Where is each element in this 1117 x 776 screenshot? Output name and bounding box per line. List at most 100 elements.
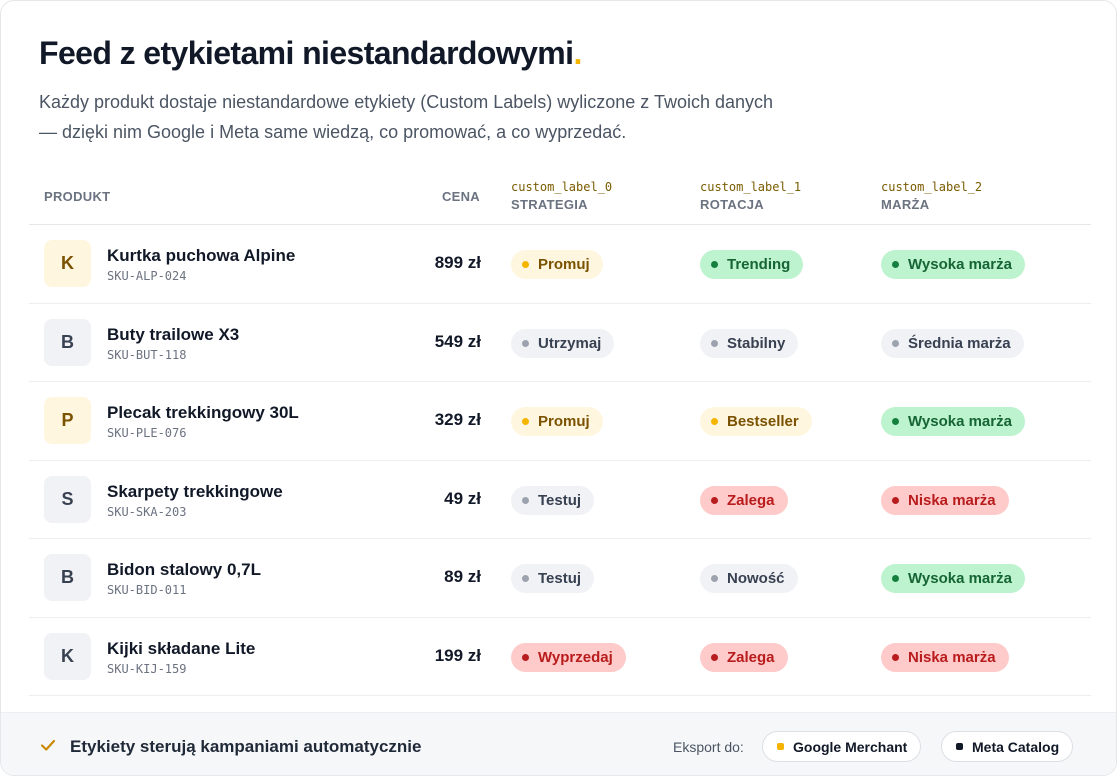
check-icon bbox=[40, 739, 56, 751]
status-dot-icon bbox=[711, 496, 718, 504]
feed-card: Feed z etykietami niestandardowymi. Każd… bbox=[0, 0, 1117, 776]
table-row[interactable]: B Bidon stalowy 0,7L SKU-BID-011 89 zł T… bbox=[29, 539, 1091, 618]
label1-text: Nowość bbox=[727, 570, 785, 587]
label1-text: Stabilny bbox=[727, 334, 786, 352]
product-name: Bidon stalowy 0,7L bbox=[107, 560, 261, 579]
label2-text: Wysoka marża bbox=[908, 570, 1012, 587]
label2-badge: Wysoka marża bbox=[881, 564, 1025, 593]
label1-text: Zalega bbox=[727, 648, 775, 666]
column-header-product[interactable]: PRODUKT bbox=[44, 189, 110, 204]
product-avatar: B bbox=[44, 318, 91, 366]
column-name-label1: ROTACJA bbox=[700, 197, 764, 212]
label1-badge: Bestseller bbox=[700, 407, 812, 436]
column-header-label2[interactable]: custom_label_2 MARŻA bbox=[881, 180, 982, 212]
export-google-merchant-button[interactable]: Google Merchant bbox=[762, 731, 922, 762]
label0-text: Promuj bbox=[538, 413, 590, 430]
status-dot-icon bbox=[711, 339, 718, 347]
label0-badge: Promuj bbox=[511, 407, 603, 436]
product-name: Plecak trekkingowy 30L bbox=[107, 403, 299, 422]
status-dot-icon bbox=[892, 575, 899, 582]
table-row[interactable]: K Kijki składane Lite SKU-KIJ-159 199 zł… bbox=[29, 618, 1091, 696]
label0-badge: Testuj bbox=[511, 564, 595, 593]
label2-badge: Niska marża bbox=[881, 485, 1009, 515]
status-dot-icon bbox=[522, 653, 529, 661]
product-name: Kijki składane Lite bbox=[107, 638, 256, 658]
status-dot-icon bbox=[522, 339, 529, 347]
page-title: Feed z etykietami niestandardowymi. bbox=[39, 35, 582, 72]
label1-badge: Nowość bbox=[700, 564, 798, 593]
label2-badge: Średnia marża bbox=[881, 328, 1024, 358]
title-accent-dot: . bbox=[573, 35, 582, 71]
column-name-label2: MARŻA bbox=[881, 197, 930, 212]
label2-text: Wysoka marża bbox=[908, 413, 1012, 430]
product-sku: SKU-SKA-203 bbox=[107, 504, 187, 519]
status-dot-icon bbox=[892, 496, 899, 504]
product-sku: SKU-ALP-024 bbox=[107, 269, 187, 283]
status-dot-icon bbox=[522, 418, 529, 425]
label1-text: Zalega bbox=[727, 491, 775, 509]
table-row[interactable]: B Buty trailowe X3 SKU-BUT-118 549 zł Ut… bbox=[29, 304, 1091, 382]
table-row[interactable]: P Plecak trekkingowy 30L SKU-PLE-076 329… bbox=[29, 382, 1091, 461]
product-price: 49 zł bbox=[444, 488, 481, 508]
status-dot-icon bbox=[892, 653, 899, 661]
label2-text: Niska marża bbox=[908, 491, 996, 509]
label0-text: Promuj bbox=[538, 256, 590, 273]
label1-badge: Trending bbox=[700, 250, 804, 279]
product-price: 329 zł bbox=[434, 410, 481, 429]
column-header-label1[interactable]: custom_label_1 ROTACJA bbox=[700, 180, 801, 212]
meta-catalog-icon bbox=[956, 743, 963, 750]
label1-text: Bestseller bbox=[727, 413, 799, 430]
label0-badge: Promuj bbox=[511, 250, 603, 279]
product-sku: SKU-KIJ-159 bbox=[107, 661, 187, 676]
column-code-label0: custom_label_0 bbox=[511, 180, 613, 194]
product-price: 899 zł bbox=[434, 253, 481, 272]
table-row[interactable]: S Skarpety trekkingowe SKU-SKA-203 49 zł… bbox=[29, 461, 1091, 539]
subtitle-line-2: — dzięki nim Google i Meta same wiedzą, … bbox=[39, 122, 627, 142]
status-dot-icon bbox=[711, 418, 718, 425]
status-dot-icon bbox=[892, 261, 899, 268]
product-avatar: S bbox=[44, 475, 91, 523]
label0-text: Utrzymaj bbox=[538, 334, 602, 352]
table-header: PRODUKT CENA custom_label_0 STRATEGIA cu… bbox=[29, 169, 1091, 225]
product-sku: SKU-PLE-076 bbox=[107, 426, 187, 440]
product-sku: SKU-BID-011 bbox=[107, 583, 187, 597]
product-table-body: K Kurtka puchowa Alpine SKU-ALP-024 899 … bbox=[29, 225, 1091, 696]
export-meta-label: Meta Catalog bbox=[972, 738, 1060, 755]
product-avatar: P bbox=[44, 397, 91, 444]
product-name: Skarpety trekkingowe bbox=[107, 481, 283, 501]
label1-badge: Zalega bbox=[700, 485, 788, 515]
label2-badge: Wysoka marża bbox=[881, 407, 1025, 436]
label1-badge: Stabilny bbox=[700, 328, 799, 358]
product-price: 199 zł bbox=[434, 645, 481, 665]
label0-text: Wyprzedaj bbox=[538, 648, 613, 666]
product-name: Buty trailowe X3 bbox=[107, 324, 240, 344]
label0-text: Testuj bbox=[538, 491, 582, 509]
column-header-price[interactable]: CENA bbox=[415, 189, 480, 204]
label1-badge: Zalega bbox=[700, 642, 788, 672]
label2-text: Średnia marża bbox=[908, 334, 1011, 352]
product-avatar: K bbox=[44, 240, 91, 287]
label0-badge: Wyprzedaj bbox=[511, 642, 626, 672]
footer-message: Etykiety sterują kampaniami automatyczni… bbox=[70, 737, 422, 756]
label0-badge: Utrzymaj bbox=[511, 328, 615, 358]
status-dot-icon bbox=[892, 418, 899, 425]
footer-bar: Etykiety sterują kampaniami automatyczni… bbox=[1, 712, 1116, 775]
column-header-label0[interactable]: custom_label_0 STRATEGIA bbox=[511, 180, 612, 212]
column-name-label0: STRATEGIA bbox=[511, 197, 588, 212]
label0-badge: Testuj bbox=[511, 485, 595, 515]
status-dot-icon bbox=[711, 575, 718, 582]
label2-text: Niska marża bbox=[908, 648, 996, 666]
label2-badge: Wysoka marża bbox=[881, 250, 1025, 279]
column-code-label2: custom_label_2 bbox=[881, 180, 983, 194]
product-avatar: K bbox=[44, 632, 91, 680]
label0-text: Testuj bbox=[538, 570, 582, 587]
product-name: Kurtka puchowa Alpine bbox=[107, 246, 296, 265]
page-subtitle: Każdy produkt dostaje niestandardowe ety… bbox=[39, 87, 879, 147]
status-dot-icon bbox=[522, 575, 529, 582]
label1-text: Trending bbox=[727, 256, 791, 273]
status-dot-icon bbox=[522, 261, 529, 268]
table-row[interactable]: K Kurtka puchowa Alpine SKU-ALP-024 899 … bbox=[29, 225, 1091, 304]
subtitle-line-1: Każdy produkt dostaje niestandardowe ety… bbox=[39, 92, 774, 112]
export-meta-catalog-button[interactable]: Meta Catalog bbox=[941, 731, 1074, 762]
status-dot-icon bbox=[711, 261, 718, 268]
